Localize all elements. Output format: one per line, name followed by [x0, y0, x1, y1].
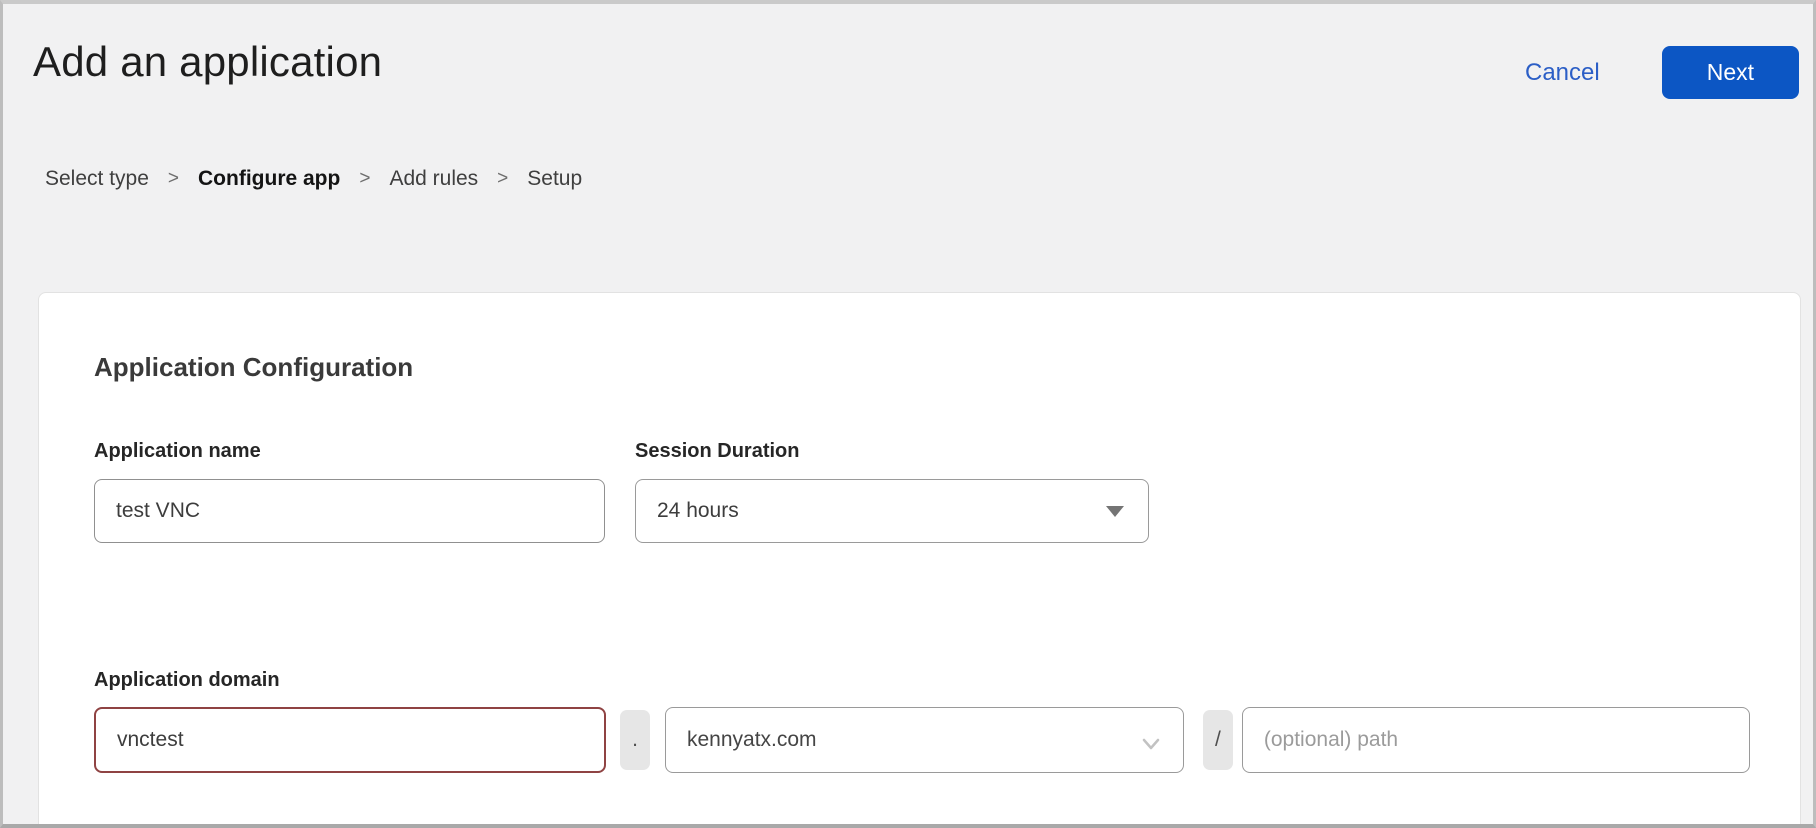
subdomain-input[interactable]: [94, 707, 606, 773]
dot-separator: .: [620, 710, 650, 770]
page-header: Add an application Cancel Next: [3, 4, 1813, 88]
session-duration-label: Session Duration: [635, 440, 1149, 463]
slash-separator: /: [1203, 710, 1233, 770]
cancel-button[interactable]: Cancel: [1525, 59, 1600, 87]
application-domain-field: Application domain . kennyatx.com /: [94, 669, 1750, 773]
application-name-label: Application name: [94, 440, 605, 463]
application-name-field: Application name: [94, 440, 605, 543]
domain-select-value: kennyatx.com: [687, 728, 817, 752]
header-actions: Cancel Next: [1525, 46, 1799, 99]
step-separator: >: [497, 168, 508, 190]
breadcrumb: Select type > Configure app > Add rules …: [45, 167, 1813, 191]
step-configure-app[interactable]: Configure app: [198, 167, 340, 191]
application-configuration-card: Application Configuration Application na…: [38, 292, 1801, 828]
chevron-down-icon: [1141, 733, 1161, 757]
step-separator: >: [359, 168, 370, 190]
path-input[interactable]: [1242, 707, 1750, 773]
step-setup[interactable]: Setup: [527, 167, 582, 191]
application-domain-row: . kennyatx.com /: [94, 707, 1750, 773]
step-separator: >: [168, 168, 179, 190]
application-name-input[interactable]: [94, 479, 605, 543]
application-domain-label: Application domain: [94, 669, 1750, 692]
domain-select[interactable]: kennyatx.com: [665, 707, 1184, 773]
step-select-type[interactable]: Select type: [45, 167, 149, 191]
section-title: Application Configuration: [94, 352, 1750, 383]
session-duration-field: Session Duration 24 hours: [635, 440, 1149, 543]
add-application-page: Add an application Cancel Next Select ty…: [0, 0, 1816, 828]
name-session-row: Application name Session Duration 24 hou…: [94, 440, 1750, 543]
caret-down-icon: [1106, 506, 1124, 517]
step-add-rules[interactable]: Add rules: [389, 167, 478, 191]
session-duration-select[interactable]: 24 hours: [635, 479, 1149, 543]
session-duration-value: 24 hours: [657, 499, 739, 523]
next-button[interactable]: Next: [1662, 46, 1799, 99]
